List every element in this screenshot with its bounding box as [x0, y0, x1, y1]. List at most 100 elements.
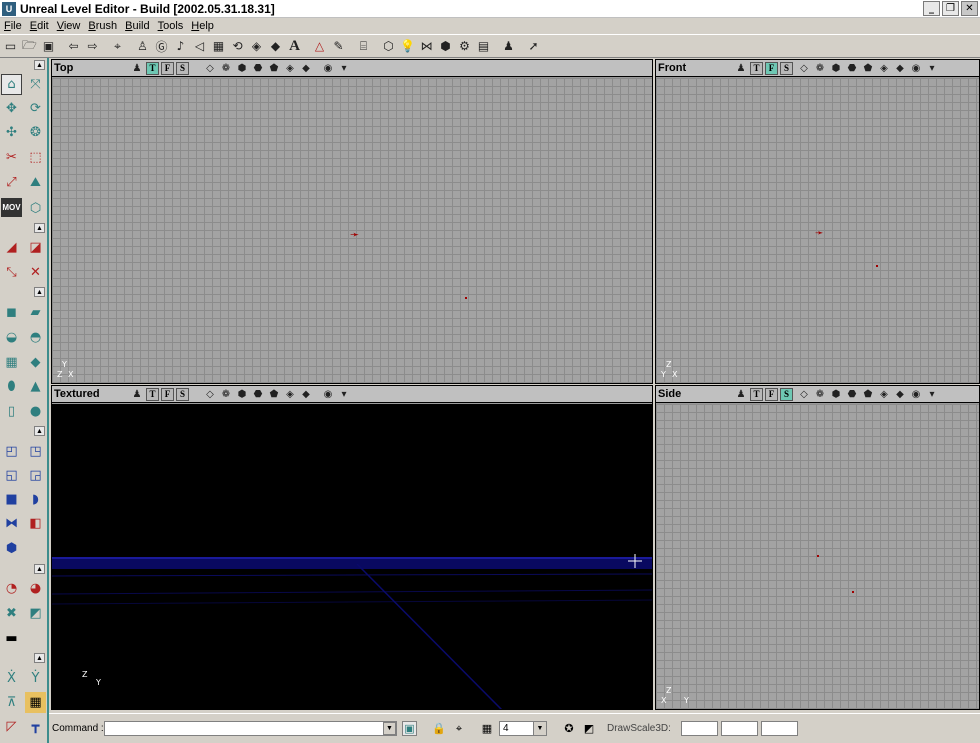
- group-browser-icon[interactable]: Ⓖ: [153, 38, 170, 55]
- lock-selection-icon[interactable]: 🔒: [431, 721, 447, 737]
- brush-view-icon[interactable]: ⬢: [235, 61, 249, 75]
- maximize-viewport-icon[interactable]: ◩: [581, 721, 597, 737]
- sheet-builder-icon[interactable]: ◆: [25, 352, 46, 373]
- view-side-button[interactable]: S: [780, 387, 793, 401]
- player-start-arrow-icon[interactable]: ➛: [350, 228, 359, 241]
- snap-grid-icon[interactable]: ▦: [25, 692, 46, 713]
- wireframe-icon[interactable]: ◇: [797, 61, 811, 75]
- texture-browser-icon[interactable]: ▦: [210, 38, 227, 55]
- static-mesh-browser-icon[interactable]: ◈: [248, 38, 265, 55]
- play-level-icon[interactable]: ♟: [500, 38, 517, 55]
- eye-options-icon[interactable]: ◉: [909, 387, 923, 401]
- command-history-dropdown[interactable]: ▼: [383, 722, 396, 735]
- view-front-button[interactable]: F: [765, 387, 778, 401]
- depth-view-icon[interactable]: ◆: [299, 61, 313, 75]
- invert-selection-icon[interactable]: ◩: [25, 603, 46, 624]
- actor-marker[interactable]: [465, 297, 467, 299]
- minimize-button[interactable]: _: [923, 1, 940, 16]
- csg-collapse-button[interactable]: ▲: [34, 426, 45, 436]
- drawscale-z-field[interactable]: [760, 721, 798, 736]
- camera-speed-icon[interactable]: ▬: [1, 628, 22, 649]
- polys-view-icon[interactable]: ◈: [877, 387, 891, 401]
- grid-size-dropdown-icon[interactable]: ▼: [533, 722, 546, 735]
- grid-toggle-icon[interactable]: ▦: [479, 721, 495, 737]
- depth-view-icon[interactable]: ◆: [299, 387, 313, 401]
- viewport-textured[interactable]: Textured ♟ T F S ◇ ❁ ⬢ ⬣ ⬟ ◈ ◆ ◉ ▾ Z Y: [51, 385, 653, 710]
- rotation-snap-icon[interactable]: ✪: [561, 721, 577, 737]
- polygon-select-icon[interactable]: ⬚: [25, 147, 46, 168]
- actor-marker[interactable]: [852, 591, 854, 593]
- face-drag-icon[interactable]: ⤢: [1, 172, 22, 193]
- view-front-button[interactable]: F: [161, 61, 174, 75]
- lighting-view-icon[interactable]: ⬟: [861, 61, 875, 75]
- menu-brush[interactable]: Brush: [84, 20, 121, 32]
- grid-size-select[interactable]: 4 ▼: [499, 721, 547, 736]
- viewport-top-grid[interactable]: Y X Z ➛: [52, 78, 652, 383]
- add-special-icon[interactable]: ◗: [25, 489, 46, 510]
- volumetric-builder-icon[interactable]: ▯: [1, 401, 22, 422]
- view-top-button[interactable]: T: [750, 387, 763, 401]
- texture-view-icon[interactable]: ⬣: [251, 61, 265, 75]
- 2d-shape-editor-icon[interactable]: △: [311, 38, 328, 55]
- csg-intersect-icon[interactable]: ◱: [1, 465, 22, 486]
- build-all-icon[interactable]: ⬢: [437, 38, 454, 55]
- viewport-menu-icon[interactable]: ▾: [925, 61, 939, 75]
- actor-icon[interactable]: ♟: [130, 387, 144, 401]
- zone-icon[interactable]: ❁: [219, 387, 233, 401]
- undo-arrow-icon[interactable]: ⇦: [65, 38, 82, 55]
- menu-file[interactable]: File: [0, 20, 26, 32]
- player-start-arrow-icon[interactable]: ➛: [815, 228, 823, 239]
- viewport-textured-render[interactable]: Z Y: [52, 404, 652, 709]
- rebuild-icon[interactable]: ▤: [475, 38, 492, 55]
- eye-options-icon[interactable]: ◉: [909, 61, 923, 75]
- log-window-icon[interactable]: ▣: [402, 721, 417, 736]
- texture-view-icon[interactable]: ⬣: [845, 61, 859, 75]
- depth-view-icon[interactable]: ◆: [893, 387, 907, 401]
- brush-view-icon[interactable]: ⬢: [829, 61, 843, 75]
- brush-view-icon[interactable]: ⬢: [829, 387, 843, 401]
- view-collapse-button[interactable]: ▲: [34, 564, 45, 574]
- mirror-x-icon[interactable]: Ẋ: [1, 668, 22, 689]
- align-icon[interactable]: ◸: [1, 716, 22, 737]
- actor-icon[interactable]: ♟: [130, 61, 144, 75]
- terrain-edit-icon[interactable]: ⛰: [25, 172, 46, 193]
- add-antiportal-icon[interactable]: ◧: [25, 513, 46, 534]
- eye-options-icon[interactable]: ◉: [321, 61, 335, 75]
- unrealscript-icon[interactable]: ✎: [330, 38, 347, 55]
- add-mover-icon[interactable]: ■: [1, 489, 22, 510]
- actor-icon[interactable]: ♟: [734, 61, 748, 75]
- view-top-button[interactable]: T: [750, 61, 763, 75]
- drawscale-x-field[interactable]: [680, 721, 718, 736]
- lighting-view-icon[interactable]: ⬟: [267, 61, 281, 75]
- binoculars-search-icon[interactable]: ⌖: [109, 38, 126, 55]
- build-paths-icon[interactable]: ⋈: [418, 38, 435, 55]
- depth-view-icon[interactable]: ◆: [893, 61, 907, 75]
- zone-icon[interactable]: ❁: [813, 387, 827, 401]
- viewport-side[interactable]: Side ♟ T F S ◇ ❁ ⬢ ⬣ ⬟ ◈ ◆ ◉ ▾ Z Y X: [655, 385, 980, 710]
- hide-selected-icon[interactable]: ◕: [25, 578, 46, 599]
- eye-options-icon[interactable]: ◉: [321, 387, 335, 401]
- csg-subtract-icon[interactable]: ◳: [25, 441, 46, 462]
- wireframe-icon[interactable]: ◇: [203, 61, 217, 75]
- drawscale-y-field[interactable]: [720, 721, 758, 736]
- view-front-button[interactable]: F: [161, 387, 174, 401]
- clip-line-icon[interactable]: ◢: [1, 237, 22, 258]
- viewport-top[interactable]: Top ♟ T F S ◇ ❁ ⬢ ⬣ ⬟ ◈ ◆ ◉ ▾ Y X Z ➛: [51, 59, 653, 384]
- menu-view[interactable]: View: [53, 20, 85, 32]
- camera-mode-icon[interactable]: ⌂: [1, 74, 22, 95]
- misc-collapse-button[interactable]: ▲: [34, 653, 45, 663]
- wireframe-icon[interactable]: ◇: [797, 387, 811, 401]
- maximize-button[interactable]: ❐: [942, 1, 959, 16]
- wireframe-icon[interactable]: ◇: [203, 387, 217, 401]
- stairs-builder-icon[interactable]: ▰: [25, 302, 46, 323]
- move-actor-icon[interactable]: ✣: [1, 122, 22, 143]
- viewport-menu-icon[interactable]: ▾: [337, 387, 351, 401]
- prefab-browser-icon[interactable]: ◆: [267, 38, 284, 55]
- pivot-icon[interactable]: ┳: [25, 716, 46, 737]
- csg-deintersect-icon[interactable]: ◲: [25, 465, 46, 486]
- build-settings-icon[interactable]: ⚙: [456, 38, 473, 55]
- mesh-browser-icon[interactable]: ⟲: [229, 38, 246, 55]
- viewport-front-grid[interactable]: Z X Y ➛: [656, 78, 979, 383]
- polys-view-icon[interactable]: ◈: [283, 61, 297, 75]
- clip-flip-icon[interactable]: ⤡: [1, 262, 22, 283]
